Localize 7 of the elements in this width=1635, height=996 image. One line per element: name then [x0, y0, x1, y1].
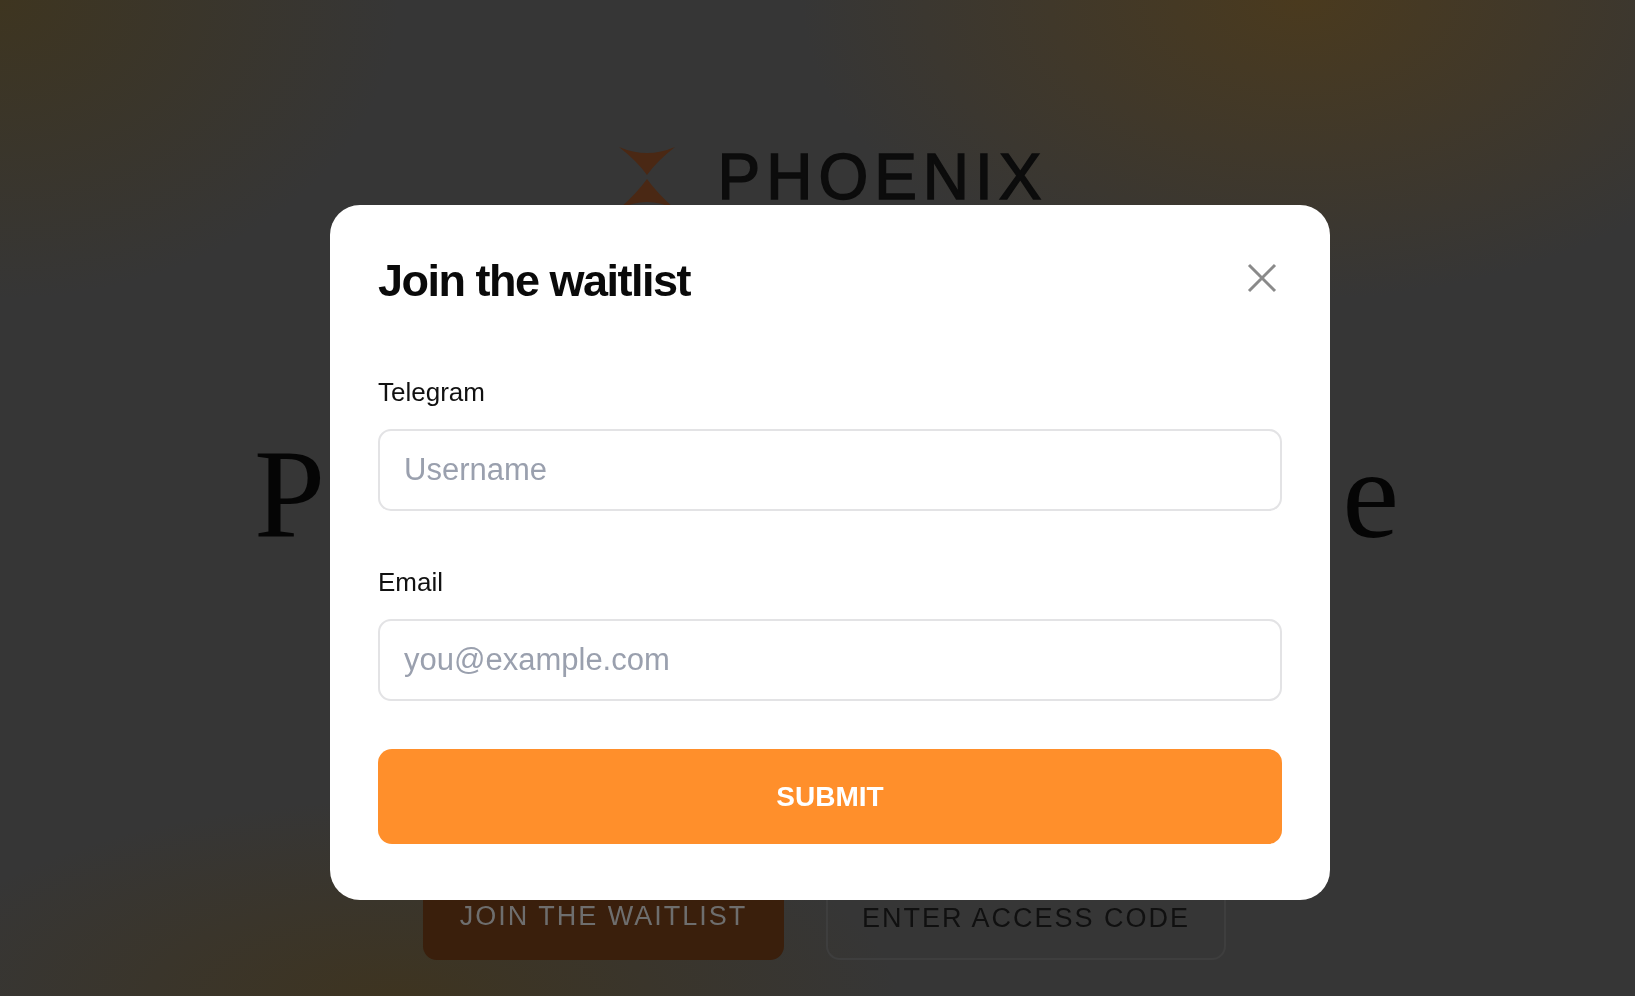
input-field[interactable]: Username — [378, 429, 1282, 511]
submit-button[interactable]: SUBMIT — [378, 749, 1282, 844]
input-field[interactable]: you@example.com — [378, 619, 1282, 701]
field-label: Email — [378, 566, 444, 599]
modal-title: Join the waitlist — [378, 254, 691, 308]
field-label: Telegram — [378, 376, 486, 409]
close-icon[interactable] — [1247, 263, 1277, 293]
